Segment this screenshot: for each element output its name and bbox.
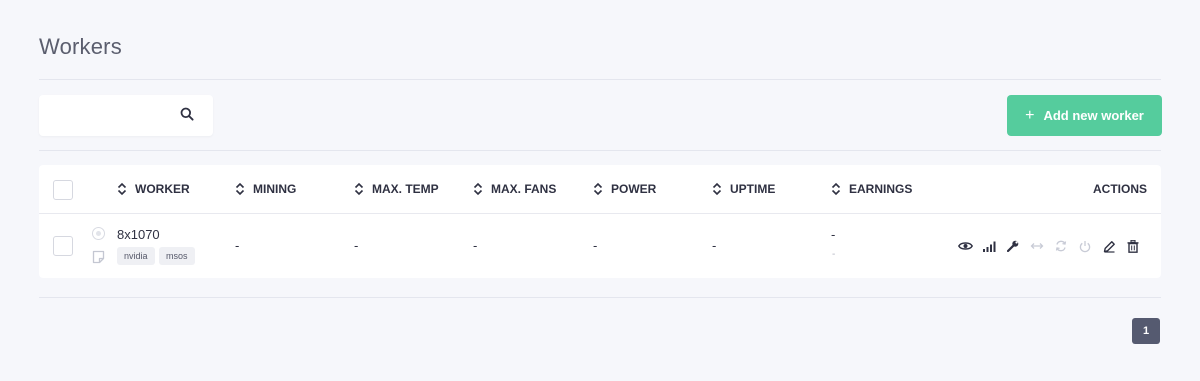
sort-icon (473, 182, 483, 196)
earnings-secondary-value: - (832, 249, 836, 260)
add-worker-button[interactable]: + Add new worker (1007, 95, 1162, 136)
column-header-max-fans[interactable]: MAX. FANS (473, 182, 556, 196)
table-header: WORKER MINING MAX. TEMP MAX. FANS POWER … (39, 165, 1161, 214)
workers-table: WORKER MINING MAX. TEMP MAX. FANS POWER … (39, 165, 1161, 278)
sort-icon (831, 182, 841, 196)
status-indicator (92, 227, 105, 240)
sync-icon[interactable] (1053, 238, 1069, 254)
max-fans-value: - (473, 238, 478, 253)
earnings-value: - (831, 227, 836, 242)
column-header-uptime[interactable]: UPTIME (712, 182, 775, 196)
eye-icon[interactable] (957, 238, 973, 254)
worker-tag: nvidia (117, 247, 155, 265)
row-actions (957, 238, 1149, 254)
column-header-mining[interactable]: MINING (235, 182, 296, 196)
table-bottom-divider (39, 297, 1161, 298)
column-header-actions: ACTIONS (1093, 182, 1147, 196)
search-icon[interactable] (180, 107, 194, 121)
worker-name[interactable]: 8x1070 (117, 227, 160, 242)
sort-icon (117, 182, 127, 196)
uptime-value: - (712, 238, 717, 253)
power-icon[interactable] (1077, 238, 1093, 254)
title-divider (39, 79, 1161, 80)
pagination-page-1[interactable]: 1 (1132, 318, 1160, 344)
mining-value: - (235, 238, 240, 253)
column-header-power[interactable]: POWER (593, 182, 656, 196)
toolbar-divider (39, 150, 1161, 151)
search-input[interactable] (39, 95, 169, 136)
column-header-max-temp[interactable]: MAX. TEMP (354, 182, 439, 196)
select-all-checkbox[interactable] (53, 180, 73, 200)
edit-icon[interactable] (1101, 238, 1117, 254)
row-checkbox[interactable] (53, 236, 73, 256)
sort-icon (593, 182, 603, 196)
page-title: Workers (39, 34, 122, 59)
sort-icon (712, 182, 722, 196)
sort-icon (354, 182, 364, 196)
transfer-icon[interactable] (1029, 238, 1045, 254)
max-temp-value: - (354, 238, 359, 253)
signal-icon[interactable] (981, 238, 997, 254)
add-worker-label: Add new worker (1043, 108, 1144, 123)
worker-tag: msos (159, 247, 195, 265)
power-value: - (593, 238, 598, 253)
wrench-icon[interactable] (1005, 238, 1021, 254)
sort-icon (235, 182, 245, 196)
plus-icon: + (1025, 106, 1035, 124)
column-header-earnings[interactable]: EARNINGS (831, 182, 912, 196)
note-icon[interactable] (92, 250, 105, 264)
trash-icon[interactable] (1125, 238, 1141, 254)
column-header-worker[interactable]: WORKER (117, 182, 190, 196)
